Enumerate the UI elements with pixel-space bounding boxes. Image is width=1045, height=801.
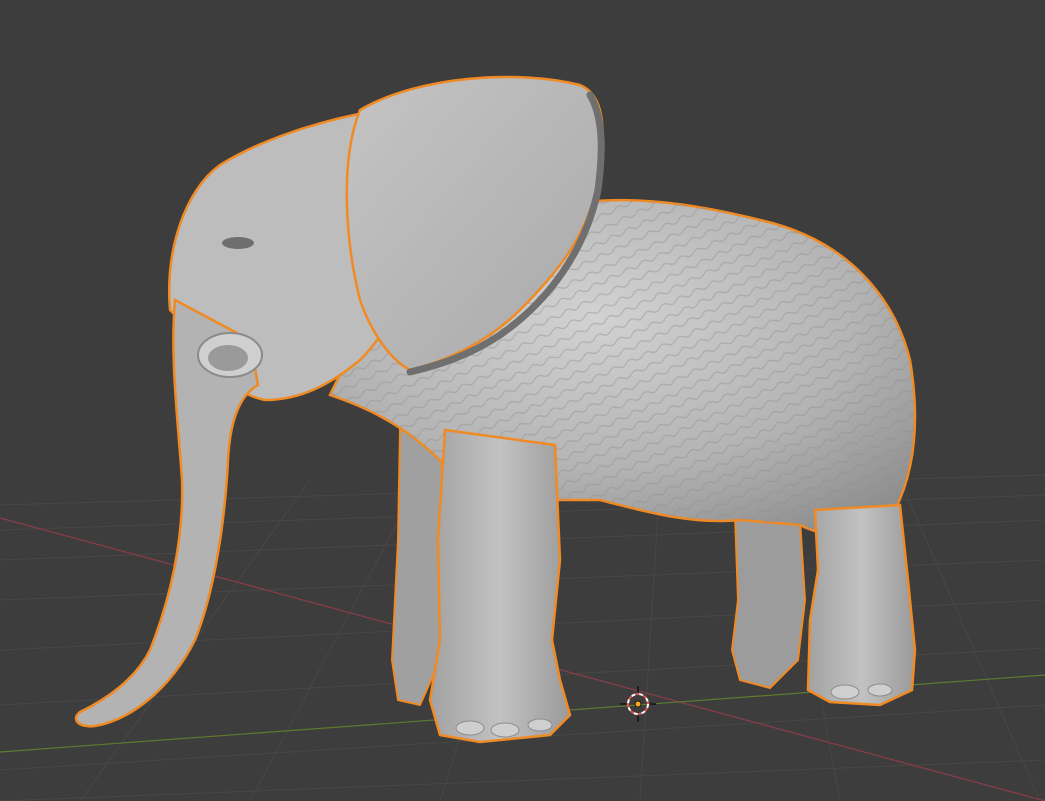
3d-viewport[interactable] — [0, 0, 1045, 801]
front-near-leg — [428, 428, 572, 744]
elephant-mesh[interactable] — [74, 75, 917, 744]
back-near-leg — [806, 503, 917, 707]
elephant-eye — [222, 237, 254, 249]
origin-dot-icon — [634, 700, 642, 708]
trunk-opening-inner — [208, 345, 248, 371]
back-far-leg — [730, 513, 807, 690]
viewport-canvas[interactable] — [0, 0, 1045, 801]
